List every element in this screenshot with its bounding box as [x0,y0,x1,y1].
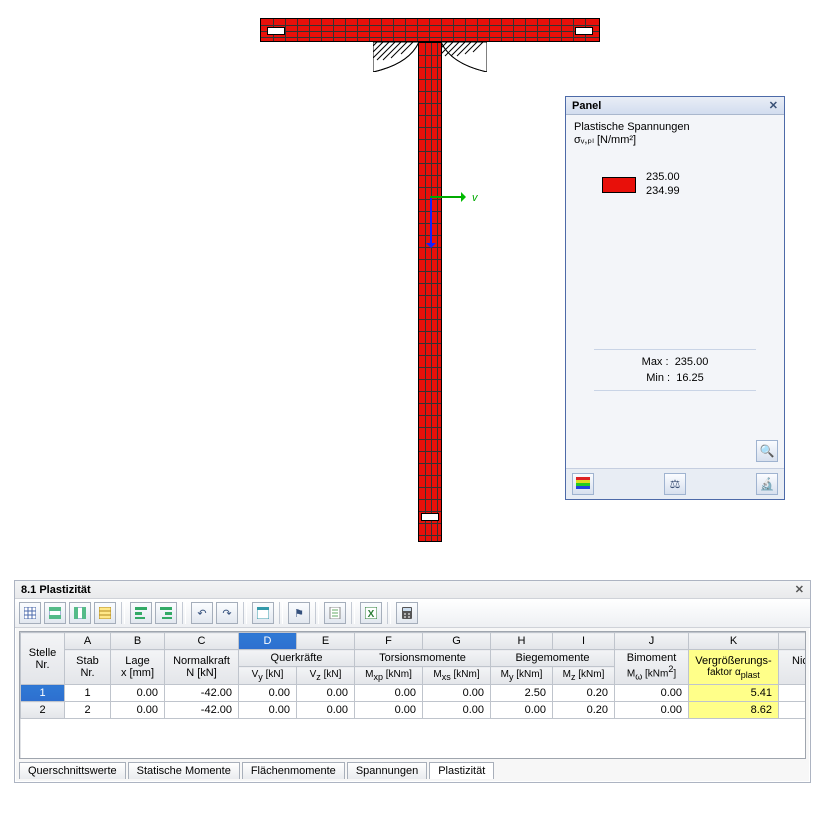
toolbar-calculator-icon[interactable] [396,602,418,624]
results-panel: Panel ✕ Plastische Spannungen σᵥ,ₚₗ [N/m… [565,96,785,500]
legend-swatch [602,177,636,193]
panel-footer: ⚖ 🔬 [566,469,784,499]
toolbar-cols-icon[interactable] [69,602,91,624]
hdr-torsion[interactable]: Torsionsmomente [355,650,491,667]
flange-marker-left [267,27,285,35]
hdr-lage[interactable]: Lagex [mm] [111,650,165,685]
col-E[interactable]: E [297,633,355,650]
toolbar-left-icon[interactable] [130,602,152,624]
toolbar-select-icon[interactable] [94,602,116,624]
hdr-Mxp[interactable]: Mxp [kNm] [355,667,423,685]
toolbar-redo-icon[interactable]: ↷ [216,602,238,624]
col-C[interactable]: C [165,633,239,650]
axis-y [430,196,464,198]
results-close-icon[interactable]: ✕ [795,583,804,596]
table-row[interactable]: 1 1 0.00 -42.00 0.00 0.00 0.00 0.00 2.50… [21,685,807,702]
panel-titlebar[interactable]: Panel ✕ [566,97,784,115]
col-A[interactable]: A [65,633,111,650]
toolbar-flag-icon[interactable]: ⚑ [288,602,310,624]
hdr-Vz[interactable]: Vz [kN] [297,667,355,685]
panel-zoom-button[interactable]: 🔍 [756,440,778,462]
hdr-reserve[interactable]: Nicht verwendeteReserve [%] [779,650,807,685]
row-index-1[interactable]: 1 [21,685,65,702]
hdr-normalkraft[interactable]: NormalkraftN [kN] [165,650,239,685]
tab-querschnittswerte[interactable]: Querschnittswerte [19,762,126,779]
web-member [418,42,442,542]
panel-body: Plastische Spannungen σᵥ,ₚₗ [N/mm²] 235.… [566,115,784,469]
results-window: 8.1 Plastizität ✕ ↶ ↷ ⚑ X [14,580,811,783]
web-marker-bottom [421,513,439,521]
row-index-2[interactable]: 2 [21,702,65,719]
col-G[interactable]: G [423,633,491,650]
panel-close-icon[interactable]: ✕ [769,99,778,112]
hdr-Vy[interactable]: Vy [kN] [239,667,297,685]
tab-flaechenmomente[interactable]: Flächenmomente [242,762,345,779]
col-H[interactable]: H [491,633,553,650]
model-viewport[interactable]: v Panel ✕ Plastische Spannungen σᵥ,ₚₗ [N… [0,0,825,570]
hdr-vergr[interactable]: Vergrößerungs-faktor αplast [689,650,779,685]
toolbar-document-icon[interactable] [324,602,346,624]
toolbar-undo-icon[interactable]: ↶ [191,602,213,624]
results-title-text: 8.1 Plastizität [21,584,91,596]
col-F[interactable]: F [355,633,423,650]
table-empty [21,719,807,760]
panel-microscope-icon[interactable]: 🔬 [756,473,778,495]
toolbar-excel-icon[interactable]: X [360,602,382,624]
legend-upper-value: 235.00 [646,171,680,183]
panel-title-text: Panel [572,100,601,112]
panel-palette-icon[interactable] [572,473,594,495]
tab-statische-momente[interactable]: Statische Momente [128,762,240,779]
hdr-stab[interactable]: StabNr. [65,650,111,685]
hdr-Mxs[interactable]: Mxs [kNm] [423,667,491,685]
panel-min-value: 16.25 [676,372,704,384]
toolbar-right-icon[interactable] [155,602,177,624]
table-row[interactable]: 2 2 0.00 -42.00 0.00 0.00 0.00 0.00 0.00… [21,702,807,719]
tab-spannungen[interactable]: Spannungen [347,762,427,779]
panel-heading-line1: Plastische Spannungen [574,121,776,133]
fillet-right [441,42,487,72]
hdr-querkrafte[interactable]: Querkräfte [239,650,355,667]
panel-min-label: Min : [646,372,670,384]
col-K[interactable]: K [689,633,779,650]
results-toolbar: ↶ ↷ ⚑ X [15,599,810,628]
results-titlebar: 8.1 Plastizität ✕ [15,581,810,599]
hdr-biege[interactable]: Biegemomente [491,650,615,667]
hdr-Mz[interactable]: Mz [kNm] [553,667,615,685]
col-D[interactable]: D [239,633,297,650]
flange-member [260,18,600,42]
toolbar-rows-icon[interactable] [44,602,66,624]
col-B[interactable]: B [111,633,165,650]
axis-z [430,198,432,246]
col-L[interactable]: L [779,633,807,650]
panel-max-label: Max : [642,356,669,368]
hdr-bimoment[interactable]: BimomentMω [kNm2] [615,650,689,685]
toolbar-calendar-icon[interactable] [252,602,274,624]
col-J[interactable]: J [615,633,689,650]
hdr-My[interactable]: My [kNm] [491,667,553,685]
panel-max-value: 235.00 [675,356,709,368]
hdr-stelle-nr[interactable]: StelleNr. [21,633,65,685]
flange-marker-right [575,27,593,35]
col-I[interactable]: I [553,633,615,650]
svg-text:X: X [368,609,375,619]
panel-heading-line2: σᵥ,ₚₗ [N/mm²] [574,133,776,146]
results-grid[interactable]: StelleNr. A B C D E F G H I J K L StabNr… [19,631,806,759]
legend-lower-value: 234.99 [646,185,680,197]
results-tabs: Querschnittswerte Statische Momente Fläc… [15,759,810,782]
panel-balance-icon[interactable]: ⚖ [664,473,686,495]
tab-plastizitaet[interactable]: Plastizität [429,762,494,779]
axis-y-label: v [472,192,478,204]
fillet-left [373,42,419,72]
toolbar-grid-icon[interactable] [19,602,41,624]
